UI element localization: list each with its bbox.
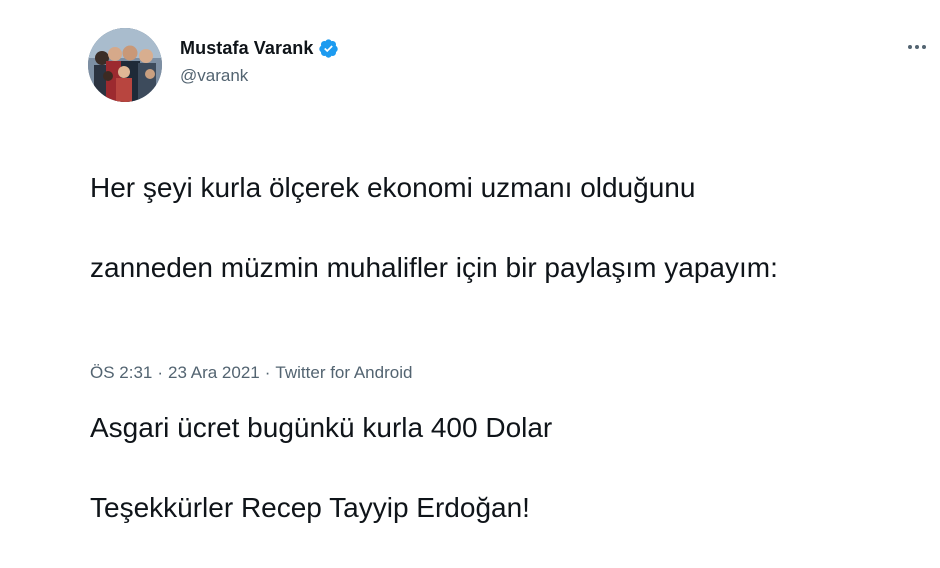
dot [908, 45, 912, 49]
tweet-source[interactable]: Twitter for Android [275, 363, 412, 383]
tweet-line: Her şeyi kurla ölçerek ekonomi uzmanı ol… [90, 172, 696, 203]
meta-separator: · [264, 363, 271, 382]
tweet-time[interactable]: ÖS 2:31 [90, 363, 152, 383]
tweet-line: Teşekkürler Recep Tayyip Erdoğan! [90, 492, 530, 523]
avatar-image [88, 28, 162, 102]
dot [915, 45, 919, 49]
dot [922, 45, 926, 49]
author-avatar[interactable] [88, 28, 162, 102]
tweet-line: zanneden müzmin muhalifler için bir payl… [90, 252, 778, 283]
tweet-metadata: ÖS 2:31 · 23 Ara 2021 · Twitter for Andr… [90, 363, 412, 383]
author-handle[interactable]: @varank [180, 66, 248, 86]
verified-badge-icon [318, 38, 339, 59]
tweet-date[interactable]: 23 Ara 2021 [168, 363, 260, 383]
author-name[interactable]: Mustafa Varank [180, 38, 313, 59]
tweet-card: Mustafa Varank @varank Her şeyi kurla öl… [0, 0, 940, 523]
author-name-row: Mustafa Varank [180, 36, 339, 60]
more-options-icon[interactable] [908, 40, 938, 54]
tweet-text: Her şeyi kurla ölçerek ekonomi uzmanı ol… [90, 128, 930, 568]
meta-separator: · [157, 363, 164, 382]
tweet-line: Asgari ücret bugünkü kurla 400 Dolar [90, 412, 553, 443]
